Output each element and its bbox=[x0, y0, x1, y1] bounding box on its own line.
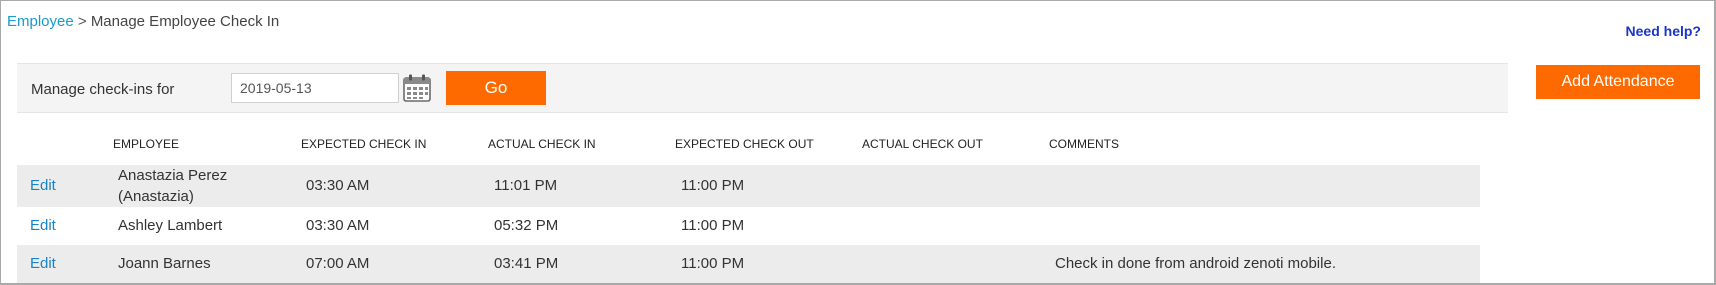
filter-label: Manage check-ins for bbox=[31, 81, 175, 98]
expected-check-in: 03:30 AM bbox=[306, 177, 370, 194]
column-header-actual-check-out: ACTUAL CHECK OUT bbox=[862, 137, 983, 151]
employee-name: Ashley Lambert bbox=[118, 217, 223, 234]
edit-link[interactable]: Edit bbox=[30, 217, 56, 234]
edit-link[interactable]: Edit bbox=[30, 255, 56, 272]
breadcrumb-separator: > bbox=[77, 13, 87, 30]
date-input[interactable] bbox=[231, 73, 399, 103]
expected-check-out: 11:00 PM bbox=[681, 217, 745, 234]
column-header-expected-check-in: EXPECTED CHECK IN bbox=[301, 137, 427, 151]
column-header-comments: COMMENTS bbox=[1049, 137, 1119, 151]
actual-check-in: 05:32 PM bbox=[494, 217, 559, 234]
expected-check-out: 11:00 PM bbox=[681, 177, 745, 194]
expected-check-in: 03:30 AM bbox=[306, 217, 370, 234]
employee-name: Anastazia Perez (Anastazia) bbox=[118, 167, 228, 205]
expected-check-in: 07:00 AM bbox=[306, 255, 370, 272]
actual-check-in: 03:41 PM bbox=[494, 255, 559, 272]
expected-check-out: 11:00 PM bbox=[681, 255, 745, 272]
page-title: Manage Employee Check In bbox=[90, 13, 280, 30]
table-row: Edit Anastazia Perez (Anastazia) 03:30 A… bbox=[17, 165, 1480, 207]
breadcrumb: Employee > Manage Employee Check In bbox=[7, 13, 279, 30]
add-attendance-button[interactable]: Add Attendance bbox=[1536, 65, 1700, 99]
actual-check-in: 11:01 PM bbox=[494, 177, 558, 194]
go-button[interactable]: Go bbox=[446, 71, 546, 105]
breadcrumb-employee-link[interactable]: Employee bbox=[7, 13, 74, 30]
calendar-icon[interactable] bbox=[402, 73, 432, 103]
need-help-link[interactable]: Need help? bbox=[1626, 23, 1701, 39]
filter-bar: Manage check-ins for Go bbox=[17, 63, 1508, 113]
column-header-employee: EMPLOYEE bbox=[113, 137, 180, 151]
table-header: EMPLOYEE EXPECTED CHECK IN ACTUAL CHECK … bbox=[17, 130, 1480, 165]
checkin-table: EMPLOYEE EXPECTED CHECK IN ACTUAL CHECK … bbox=[17, 130, 1480, 283]
table-row: Edit Joann Barnes 07:00 AM 03:41 PM 11:0… bbox=[17, 245, 1480, 283]
employee-name: Joann Barnes bbox=[118, 255, 211, 272]
column-header-expected-check-out: EXPECTED CHECK OUT bbox=[675, 137, 814, 151]
comments: Check in done from android zenoti mobile… bbox=[1055, 255, 1336, 272]
table-row: Edit Ashley Lambert 03:30 AM 05:32 PM 11… bbox=[17, 207, 1480, 245]
edit-link[interactable]: Edit bbox=[30, 177, 56, 194]
column-header-actual-check-in: ACTUAL CHECK IN bbox=[488, 137, 596, 151]
